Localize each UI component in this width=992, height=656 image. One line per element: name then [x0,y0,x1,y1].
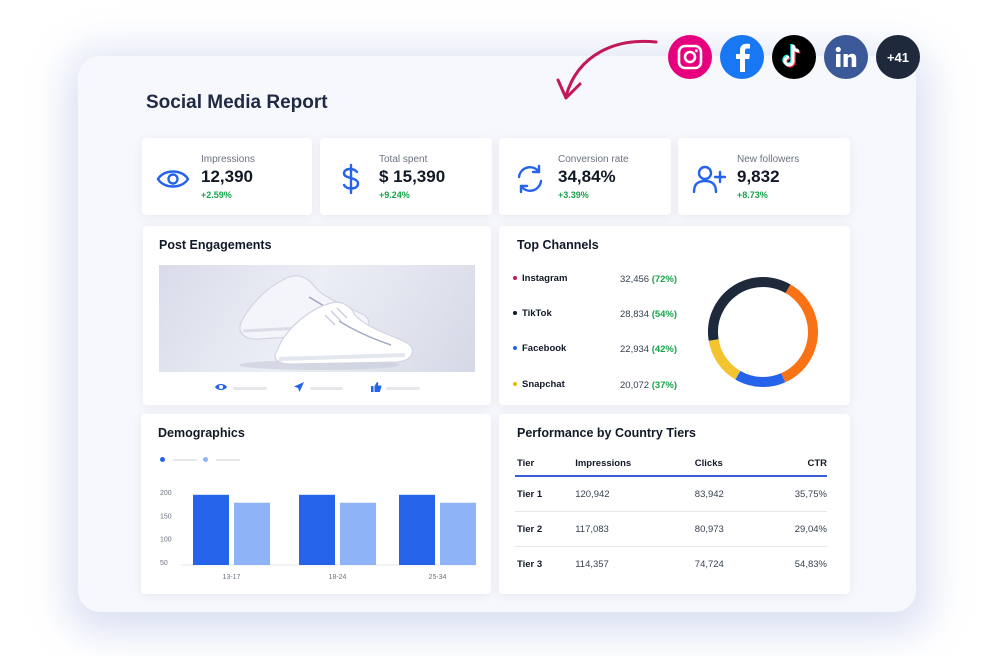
channel-facebook-value: 22,934 (42%) [620,344,678,355]
cell-clicks: 83,942 [692,476,759,512]
kpi-delta: +9.24% [379,190,410,200]
kpi-value: 9,832 [737,167,780,186]
thumbs-up-icon[interactable] [370,381,382,393]
kpi-value: 34,84% [558,167,616,186]
bar[interactable] [340,502,376,565]
bar[interactable] [234,502,270,565]
legend-bar-series-1 [173,459,197,461]
card-title: Post Engagements [159,238,272,252]
page-title: Social Media Report [146,92,328,113]
channel-instagram-name: Instagram [513,273,567,284]
kpi-label: Conversion rate [558,154,629,165]
kpi-delta: +8.73% [737,190,768,200]
donut-segment [708,277,818,388]
likes-bar [386,387,420,390]
channels-donut-chart [708,277,818,388]
kpi-label: Total spent [379,154,428,165]
linkedin-icon[interactable] [824,35,868,79]
cell-ctr: 29,04% [758,511,827,547]
kpi-value: 12,390 [201,167,253,186]
kpi-delta: +2.59% [201,190,232,200]
channel-snapchat-name: Snapchat [513,379,565,390]
cell-tier: Tier 3 [517,558,543,570]
arrow-icon [556,39,658,100]
country-tiers-card: Performance by Country Tiers Tier Impres… [499,414,850,594]
more-networks-badge[interactable]: +41 [876,35,920,79]
y-tick-label: 200 [160,490,172,497]
cell-tier: Tier 1 [515,476,574,512]
kpi-card-total-spent: Total spent $ 15,390 +9.24% [320,138,492,215]
donut-segment [708,277,818,388]
table-header-row: Tier Impressions Clicks CTR [515,452,827,477]
x-tick-label: 18-24 [329,574,347,581]
legend-bar-series-2 [216,459,240,461]
country-tiers-table: Tier Impressions Clicks CTR Tier 1 120,9… [515,452,827,581]
x-tick-label: 25-34 [429,574,447,581]
dollar-icon [342,163,360,195]
refresh-icon [517,164,543,194]
y-tick-label: 100 [160,537,172,544]
column-header-clicks: Clicks [692,452,759,477]
cell-clicks: 74,724 [694,558,724,570]
kpi-card-new-followers: New followers 9,832 +8.73% [678,138,850,215]
x-tick-label: 13-17 [223,574,241,581]
kpi-label: New followers [737,154,800,165]
kpi-card-impressions: Impressions 12,390 +2.59% [142,138,312,215]
sneaker-image[interactable] [159,265,475,372]
facebook-icon[interactable] [720,35,764,79]
channel-instagram-value: 32,456 (72%) [620,274,678,285]
eye-icon[interactable] [214,382,228,392]
kpi-card-conversion-rate: Conversion rate 34,84% +3.39% [499,138,671,215]
kpi-value: $ 15,390 [379,167,446,186]
bar[interactable] [399,494,435,565]
donut-segment [708,277,818,388]
column-header-ctr: CTR [758,452,827,477]
top-channels-card: Top Channels Instagram 32,456 (72%) TikT… [499,226,850,405]
cell-impressions: 120,942 [573,476,693,512]
cell-impressions: 114,357 [575,558,609,570]
tiktok-icon[interactable] [772,35,816,79]
card-title: Performance by Country Tiers [517,426,696,440]
cell-ctr: 54,83% [794,558,827,570]
demographics-bar-chart: 200 150 100 50 13-17 18-24 25-34 [160,490,476,581]
channel-snapchat-value: 20,072 (37%) [620,380,678,391]
instagram-icon[interactable] [668,35,712,79]
bar[interactable] [440,502,476,565]
views-bar [233,387,267,390]
kpi-label: Impressions [201,154,255,165]
send-icon[interactable] [293,381,305,393]
shares-bar [310,387,343,390]
legend-dot-series-1 [160,457,165,462]
post-engagements-card: Post Engagements [143,226,491,405]
cell-ctr: 35,75% [758,476,827,512]
table-row: Tier 1 120,942 83,942 35,75% [515,476,827,512]
channel-tiktok-name: TikTok [513,308,552,319]
channel-tiktok-value: 28,834 (54%) [620,309,678,320]
cell-impressions: 117,083 [573,511,693,547]
cell-clicks: 80,973 [692,511,759,547]
donut-segment [708,277,818,388]
kpi-delta: +3.39% [558,190,589,200]
channel-facebook-name: Facebook [513,343,566,354]
y-tick-label: 50 [160,560,168,567]
eye-icon [156,170,190,188]
card-title: Top Channels [517,238,599,252]
legend-dot-series-2 [203,457,208,462]
table-row: Tier 2 117,083 80,973 29,04% [515,511,827,547]
card-title: Demographics [158,426,245,440]
add-user-icon [692,165,726,194]
bar[interactable] [193,494,229,565]
table-row: Tier 3 114,357 74,724 54,83% [515,547,827,582]
y-tick-label: 150 [160,513,172,520]
column-header-tier: Tier [515,452,574,477]
column-header-impressions: Impressions [573,452,693,477]
demographics-card: Demographics 200 150 100 50 13-17 18-24 25-34 [141,414,491,594]
cell-tier: Tier 2 [515,511,574,547]
bar[interactable] [299,494,335,565]
